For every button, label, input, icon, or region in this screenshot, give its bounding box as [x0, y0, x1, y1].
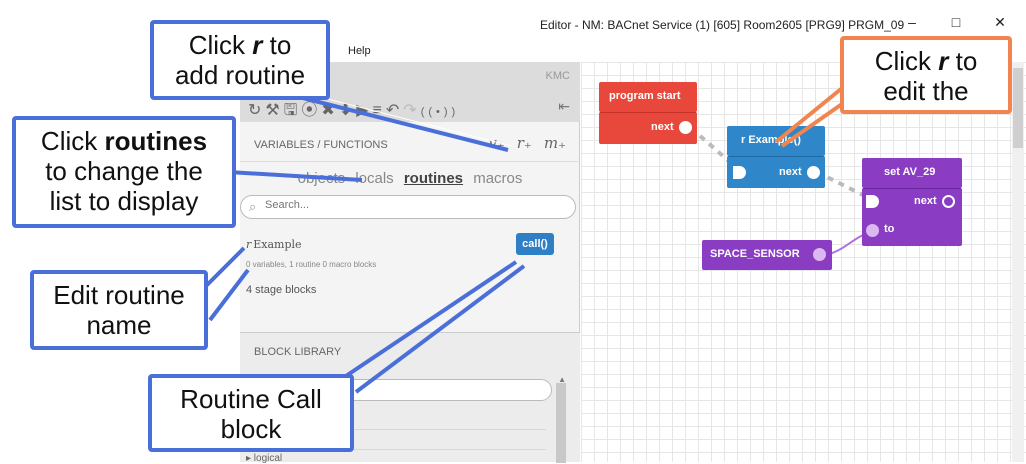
program-start-title: program start — [609, 90, 681, 102]
next-connector[interactable] — [807, 166, 820, 179]
canvas-scrollbar[interactable] — [1012, 62, 1024, 462]
set-av-block[interactable]: set AV_29 — [862, 158, 962, 188]
example-routine-block[interactable]: r Example() — [727, 126, 825, 156]
routine-call-button[interactable]: call() — [516, 233, 554, 255]
callout-routines: Click routines to change the list to dis… — [12, 116, 236, 228]
window-title: Editor - NM: BACnet Service (1) [605] Ro… — [540, 18, 905, 32]
minimize-button[interactable]: – — [902, 14, 922, 30]
maximize-button[interactable]: □ — [946, 14, 966, 30]
callout-text: name — [86, 310, 152, 340]
callout-add-routine: Click r to add routine — [150, 20, 330, 100]
set-av-body[interactable]: next to — [862, 188, 962, 246]
add-routine-button[interactable]: r₊ — [517, 134, 532, 152]
hammer-icon[interactable]: ⚒ — [265, 100, 283, 120]
routine-meta: 0 variables, 1 routine 0 macro blocks — [246, 260, 377, 269]
search-icon: ⌕ — [249, 199, 257, 214]
run-icon[interactable]: ▶ — [356, 100, 372, 120]
prev-connector[interactable] — [866, 195, 879, 208]
callout-text: block — [220, 414, 282, 444]
add-variable-button[interactable]: v₊ — [488, 134, 504, 152]
callout-text: r — [252, 30, 263, 60]
callout-text: to — [948, 46, 978, 76]
block-library-scrollbar[interactable] — [556, 383, 566, 463]
broadcast-icon[interactable]: ((•)) — [421, 106, 460, 118]
callout-text: edit the — [883, 76, 969, 106]
variables-functions-title: VARIABLES / FUNCTIONS — [254, 139, 388, 151]
next-connector[interactable] — [942, 195, 955, 208]
to-connector[interactable] — [866, 224, 879, 237]
block-library-title: BLOCK LIBRARY — [254, 346, 342, 358]
routine-item[interactable]: r Example — [246, 238, 302, 251]
callout-text: r — [938, 46, 949, 76]
refresh-icon[interactable]: ↻ — [248, 100, 265, 120]
callout-text: Edit routine — [53, 280, 185, 310]
example-routine-next[interactable]: next — [727, 156, 825, 188]
callout-text: Routine Call — [180, 384, 322, 414]
routine-name[interactable]: Example — [253, 238, 301, 251]
adders: v₊ r₊ m₊ — [476, 134, 566, 152]
list-icon[interactable]: ≡ — [373, 102, 386, 120]
callout-text: list to display — [49, 186, 199, 216]
menu-help[interactable]: Help — [348, 45, 371, 57]
space-sensor-title: SPACE_SENSOR — [710, 248, 800, 260]
tab-locals[interactable]: locals — [355, 170, 393, 187]
tab-macros[interactable]: macros — [473, 170, 522, 187]
output-connector[interactable] — [813, 248, 826, 261]
save-icon[interactable]: 🖫 — [284, 99, 302, 126]
routine-prefix: r — [246, 238, 252, 251]
callout-text: Click — [188, 30, 253, 60]
variables-functions-header: VARIABLES / FUNCTIONS v₊ r₊ m₊ — [240, 128, 580, 162]
tab-routines[interactable]: routines — [404, 170, 463, 187]
delete-icon[interactable]: ✖ — [321, 100, 338, 120]
callout-text: Click — [874, 46, 939, 76]
space-sensor-block[interactable]: SPACE_SENSOR — [702, 240, 832, 270]
set-av-next-label: next — [914, 195, 937, 207]
toolbar: ↻⚒🖫⦿✖⬇▶≡↶↷((•)) — [248, 96, 459, 126]
callout-text: Click — [40, 126, 105, 156]
stage-blocks-count: 4 stage blocks — [246, 284, 317, 296]
set-av-to-label: to — [884, 223, 895, 235]
search-box: ⌕ — [240, 195, 576, 219]
undo-icon[interactable]: ↶ — [386, 100, 403, 120]
redo-icon[interactable]: ↷ — [403, 100, 420, 120]
collapse-panel-icon[interactable]: ⇤ — [558, 98, 570, 115]
set-av-title: set AV_29 — [884, 166, 936, 178]
add-macro-button[interactable]: m₊ — [544, 134, 566, 152]
callout-text: to change the — [45, 156, 203, 186]
program-start-next-label: next — [651, 121, 674, 133]
callout-edit-routine: Click r to edit the — [840, 36, 1012, 114]
brand-label: KMC — [545, 70, 570, 82]
search-input[interactable] — [265, 199, 555, 211]
callout-call-block: Routine Call block — [148, 374, 354, 452]
prev-connector[interactable] — [733, 166, 746, 179]
callout-text: routines — [104, 126, 208, 156]
tab-objects[interactable]: objects — [298, 170, 346, 187]
example-next-label: next — [779, 166, 802, 178]
category-logical[interactable]: ▸ logical — [246, 453, 282, 464]
callout-edit-name: Edit routine name — [30, 270, 208, 350]
program-start-block[interactable]: program start — [599, 82, 697, 112]
program-start-next[interactable]: next — [599, 112, 697, 144]
callout-text: add routine — [174, 60, 306, 90]
example-routine-title: r Example() — [741, 134, 801, 146]
program-canvas[interactable]: program start next r Example() next set … — [581, 62, 1026, 462]
scrollbar-thumb[interactable] — [1013, 68, 1023, 148]
next-connector[interactable] — [679, 121, 692, 134]
close-button[interactable]: ✕ — [990, 14, 1010, 31]
download-icon[interactable]: ⬇ — [339, 100, 356, 120]
callout-text: to — [262, 30, 292, 60]
list-tabs: objects locals routines macros — [240, 170, 580, 187]
